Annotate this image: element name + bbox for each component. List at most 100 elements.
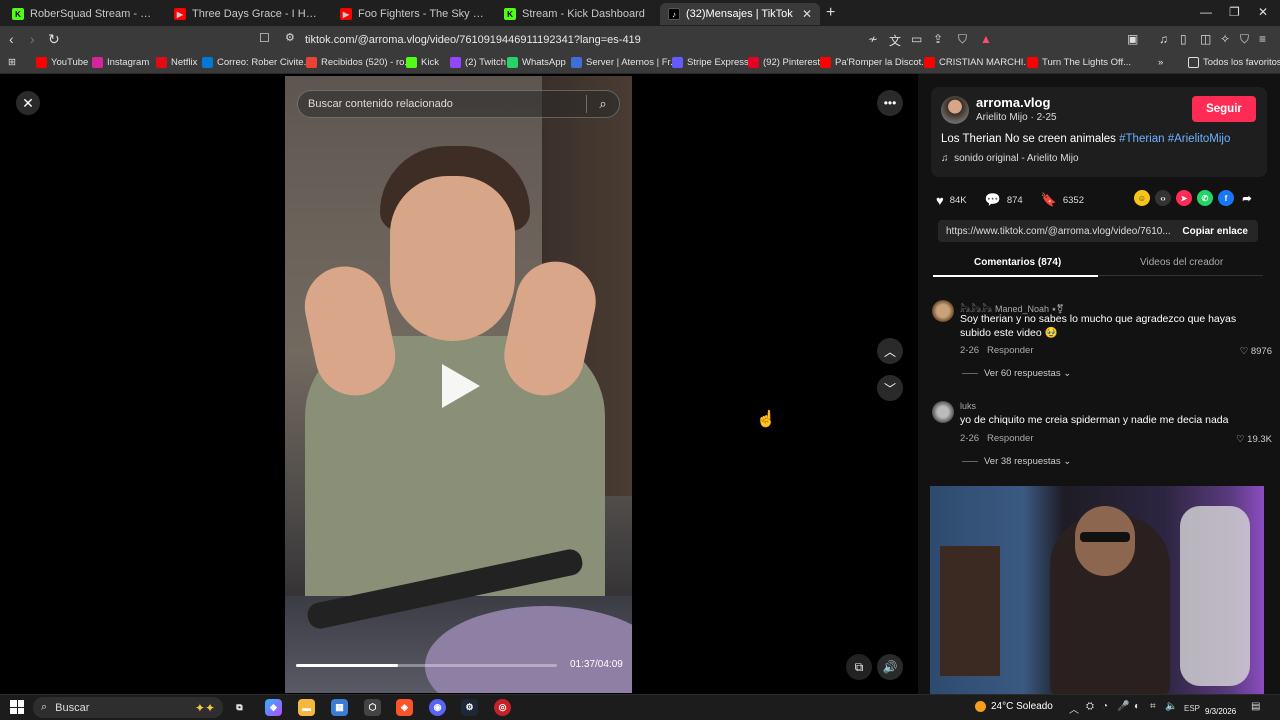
bookmark-item[interactable]: Stripe Express xyxy=(672,57,749,68)
close-tab-icon[interactable]: ✕ xyxy=(802,7,812,21)
steam-icon[interactable]: ⚙ xyxy=(461,699,478,716)
weather-widget[interactable]: 24°C Soleado xyxy=(975,701,1053,712)
related-search-box[interactable]: Buscar contenido relacionado ⌕ xyxy=(297,90,620,118)
back-icon[interactable]: ‹ xyxy=(9,31,14,47)
bookmark-item[interactable]: WhatsApp xyxy=(507,57,566,68)
avatar[interactable] xyxy=(932,300,954,322)
share-icon[interactable]: ⇪ xyxy=(933,32,943,46)
tray-app-icon[interactable]: ◔ xyxy=(1102,701,1108,712)
language-indicator[interactable]: ESP xyxy=(1184,704,1200,713)
forward-icon[interactable]: › xyxy=(30,31,35,47)
sidebar-toggle-icon[interactable]: ▣ xyxy=(1127,32,1138,46)
bookmark-item[interactable]: YouTube xyxy=(36,57,88,68)
microsoft-store-icon[interactable]: ▦ xyxy=(331,699,348,716)
microphone-icon[interactable]: 🎤 xyxy=(1117,701,1129,712)
whatsapp-icon[interactable]: ✆ xyxy=(1197,190,1213,206)
facebook-icon[interactable]: f xyxy=(1218,190,1234,206)
menu-icon[interactable]: ≡ xyxy=(1259,32,1266,46)
cast-icon[interactable]: ▭ xyxy=(911,32,922,46)
reply-button[interactable]: Responder xyxy=(987,433,1033,444)
bookmark-item[interactable]: (2) Twitch xyxy=(450,57,506,68)
bookmark-item[interactable]: Server | Aternos | Fr... xyxy=(571,57,678,68)
brave-shield-icon[interactable]: ⛉ xyxy=(958,32,967,47)
all-favorites[interactable]: Todos los favoritos xyxy=(1188,57,1280,68)
bookmark-icon[interactable]: ☐ xyxy=(259,31,270,45)
speaker-icon[interactable]: 🔈 xyxy=(1165,701,1177,712)
copy-link-button[interactable]: Copiar enlace xyxy=(1172,226,1258,237)
video-player[interactable]: Buscar contenido relacionado ⌕ 01:37/04:… xyxy=(285,76,632,693)
no-sound-icon[interactable]: ≁ xyxy=(868,32,878,46)
brave-browser-icon[interactable]: ◈ xyxy=(396,699,413,716)
tray-app-icon[interactable]: ◐ xyxy=(1134,701,1140,712)
wallet-icon[interactable]: ◫ xyxy=(1200,32,1211,46)
emoji-share-icon[interactable]: ☺ xyxy=(1134,190,1150,206)
browser-tab[interactable]: K RoberSquad Stream - Watch Live xyxy=(4,3,162,25)
search-icon[interactable]: ⌕ xyxy=(587,96,619,112)
obs-icon[interactable]: ◎ xyxy=(494,699,511,716)
view-replies-button[interactable]: Ver 38 respuestas ⌄ xyxy=(962,456,1071,467)
browser-tab[interactable]: ▶ Three Days Grace - I Hate Everything xyxy=(166,3,326,25)
apps-grid-icon[interactable]: ⊞ xyxy=(8,57,16,68)
close-video-button[interactable]: ✕ xyxy=(16,91,40,115)
follow-button[interactable]: Seguir xyxy=(1192,96,1256,122)
view-replies-button[interactable]: Ver 60 respuestas ⌄ xyxy=(962,368,1071,379)
windows-start-button[interactable] xyxy=(10,700,24,714)
like-button[interactable]: ♥ 84K xyxy=(936,193,967,208)
bookmark-item[interactable]: Correo: Rober Civite... xyxy=(202,57,312,68)
media-icon[interactable]: ♫ xyxy=(1159,32,1168,46)
bookmark-item[interactable]: Instagram xyxy=(92,57,149,68)
task-view-icon[interactable]: ⧉ xyxy=(231,699,248,716)
more-options-button[interactable]: ••• xyxy=(877,90,903,116)
music-info[interactable]: ♫ sonido original - Arielito Mijo xyxy=(941,153,1079,164)
browser-tab-active[interactable]: ♪ (32)Mensajes | TikTok ✕ xyxy=(660,3,820,25)
reading-list-icon[interactable]: ▯ xyxy=(1180,32,1187,46)
play-icon[interactable] xyxy=(442,364,480,408)
share-link-text[interactable]: https://www.tiktok.com/@arroma.vlog/vide… xyxy=(938,226,1172,237)
site-info-icon[interactable]: ⚙ xyxy=(285,31,295,44)
hashtag-link[interactable]: #ArielitoMijo xyxy=(1168,133,1231,145)
comment-button[interactable]: 💬 874 xyxy=(985,192,1023,208)
tab-creator-videos[interactable]: Videos del creador xyxy=(1140,257,1223,268)
reply-button[interactable]: Responder xyxy=(987,345,1033,356)
comment-username[interactable]: luks xyxy=(960,401,976,411)
creator-username[interactable]: arroma.vlog xyxy=(976,95,1050,110)
tray-chevron-up-icon[interactable]: ︿ xyxy=(1069,701,1079,716)
taskbar-date[interactable]: 9/3/2026 xyxy=(1205,707,1236,716)
bookmark-item[interactable]: Turn The Lights Off... xyxy=(1027,57,1131,68)
bookmark-item[interactable]: (92) Pinterest xyxy=(748,57,820,68)
browser-tab[interactable]: K Stream - Kick Dashboard xyxy=(496,3,656,25)
reload-icon[interactable]: ↻ xyxy=(48,31,60,48)
tab-comments[interactable]: Comentarios (874) xyxy=(974,257,1061,268)
bookmark-item[interactable]: Recibidos (520) - ro... xyxy=(306,57,412,68)
bookmark-item[interactable]: Netflix xyxy=(156,57,197,68)
new-tab-button[interactable]: + xyxy=(826,4,835,22)
restore-button[interactable]: ❐ xyxy=(1229,5,1240,19)
vpn-icon[interactable]: ⛉ xyxy=(1240,32,1249,47)
bookmark-item[interactable]: Pa'Romper la Discot... xyxy=(820,57,929,68)
embed-icon[interactable]: ‹› xyxy=(1155,190,1171,206)
tray-app-icon[interactable]: ⛭ xyxy=(1086,701,1094,712)
window-close-button[interactable]: ✕ xyxy=(1258,5,1268,19)
bookmarks-overflow-icon[interactable]: » xyxy=(1158,57,1163,68)
discord-icon[interactable]: ◉ xyxy=(429,699,446,716)
notifications-icon[interactable]: ▤ xyxy=(1251,701,1260,712)
leo-icon[interactable]: ✧ xyxy=(1220,32,1230,46)
bookmark-item[interactable]: Kick xyxy=(406,57,439,68)
share-arrow-icon[interactable]: ➦ xyxy=(1239,190,1255,206)
video-progress-bar[interactable] xyxy=(296,664,557,667)
floating-player-button[interactable]: ⧉ xyxy=(846,654,872,680)
avatar[interactable] xyxy=(932,401,954,423)
browser-tab[interactable]: ▶ Foo Fighters - The Sky Is A Neighbor xyxy=(332,3,492,25)
hashtag-link[interactable]: #Therian xyxy=(1119,133,1164,145)
copilot-icon[interactable]: ◆ xyxy=(265,699,282,716)
bookmark-item[interactable]: CRISTIAN MARCHI... xyxy=(924,57,1031,68)
previous-video-button[interactable]: ︿ xyxy=(877,338,903,364)
comment-like-button[interactable]: ♡ 8976 xyxy=(1240,346,1272,357)
taskbar-search[interactable]: ⌕ Buscar ✦✦ xyxy=(33,697,223,718)
comment-like-button[interactable]: ♡ 19.3K xyxy=(1236,434,1272,445)
network-icon[interactable]: ⌗ xyxy=(1150,701,1156,712)
related-search-placeholder[interactable]: Buscar contenido relacionado xyxy=(298,98,586,110)
volume-button[interactable]: 🔊 xyxy=(877,654,903,680)
minimize-button[interactable]: — xyxy=(1200,5,1212,19)
url-field[interactable]: tiktok.com/@arroma.vlog/video/7610919446… xyxy=(305,34,641,46)
